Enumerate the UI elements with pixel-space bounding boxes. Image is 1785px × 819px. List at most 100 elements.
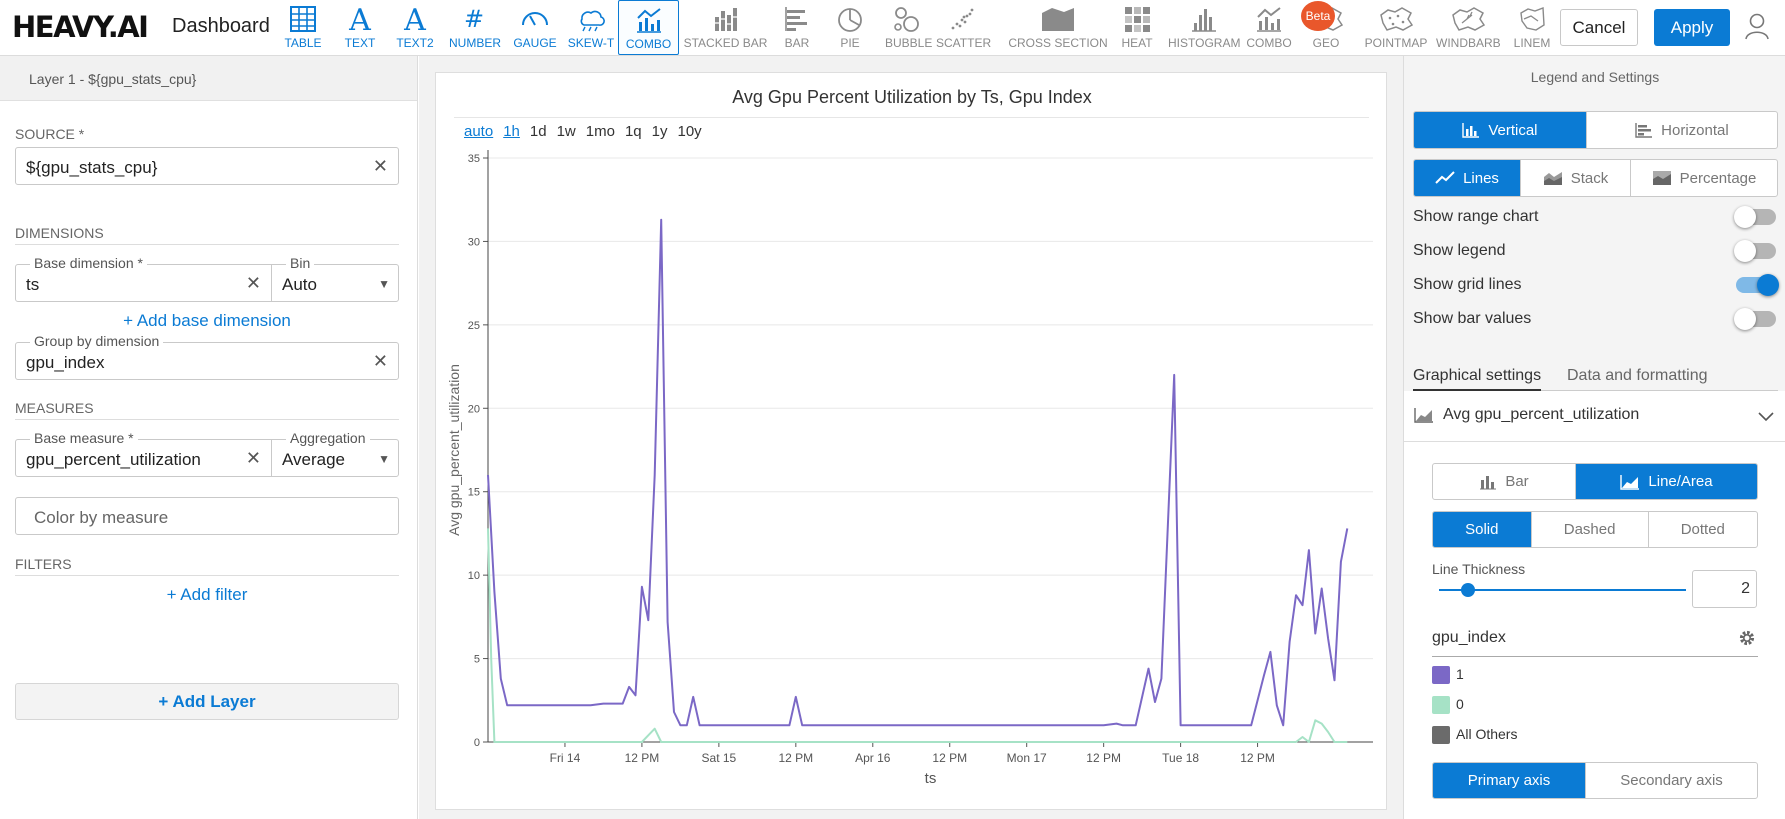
combo-icon xyxy=(619,1,678,37)
bin-select[interactable]: Bin Auto ▼ xyxy=(271,255,399,302)
cancel-button[interactable]: Cancel xyxy=(1560,9,1638,46)
show-range-chart-label: Show range chart xyxy=(1413,208,1539,225)
chart-type-combo[interactable]: COMBO xyxy=(1245,0,1293,55)
y-tick-label: 10 xyxy=(468,570,480,582)
secondary-axis-option[interactable]: Secondary axis xyxy=(1586,763,1757,798)
bar-icon xyxy=(1480,475,1497,489)
chart-type-windbarb[interactable]: WINDBARB xyxy=(1436,0,1501,55)
x-tick-label: 12 PM xyxy=(625,751,660,765)
chart-type-scatter[interactable]: SCATTER xyxy=(936,0,991,55)
chart-type-text2[interactable]: A TEXT2 xyxy=(393,0,437,55)
color-swatch[interactable] xyxy=(1432,726,1450,745)
measures-title: MEASURES xyxy=(15,400,399,420)
skew-t-icon xyxy=(566,0,616,36)
base-measure-field[interactable]: Base measure * gpu_percent_utilization ✕ xyxy=(15,430,272,477)
color-by-measure-field[interactable]: Color by measure xyxy=(15,497,399,535)
stack-option[interactable]: Stack xyxy=(1521,160,1631,196)
chart-type-bubble[interactable]: BUBBLE xyxy=(885,0,932,55)
chart-type-combo[interactable]: COMBO xyxy=(618,0,679,55)
tab-graphical-settings[interactable]: Graphical settings xyxy=(1413,367,1542,392)
user-icon[interactable] xyxy=(1745,12,1769,45)
solid-option[interactable]: Solid xyxy=(1433,512,1532,547)
percentage-option[interactable]: Percentage xyxy=(1631,160,1777,196)
source-field[interactable]: ${gpu_stats_cpu} ✕ xyxy=(15,147,399,185)
layer-header[interactable]: Layer 1 - ${gpu_stats_cpu} xyxy=(0,56,417,101)
group-by-value: gpu_index xyxy=(26,353,105,372)
horizontal-option[interactable]: Horizontal xyxy=(1587,112,1777,148)
dotted-option[interactable]: Dotted xyxy=(1649,512,1757,547)
group-by-label: Group by dimension xyxy=(30,333,164,349)
dashed-option[interactable]: Dashed xyxy=(1532,512,1649,547)
add-layer-button[interactable]: + Add Layer xyxy=(15,683,399,720)
aggregation-select[interactable]: Aggregation Average ▼ xyxy=(271,430,399,477)
chart-type-histogram[interactable]: HISTOGRAM xyxy=(1168,0,1240,55)
line-thickness-track[interactable] xyxy=(1439,589,1686,591)
chart-type-gauge[interactable]: GAUGE xyxy=(512,0,558,55)
show-range-chart-switch[interactable] xyxy=(1734,206,1776,228)
y-tick-label: 20 xyxy=(468,403,480,415)
clear-dimension-icon[interactable]: ✕ xyxy=(246,273,261,294)
chart-type-label: CROSS SECTION xyxy=(1008,36,1108,50)
show-bar-values-switch[interactable] xyxy=(1734,308,1776,330)
bar-option[interactable]: Bar xyxy=(1433,464,1576,499)
percentage-label: Percentage xyxy=(1679,169,1757,187)
app-logo[interactable]: HEAVY.AI xyxy=(12,10,149,44)
clear-source-icon[interactable]: ✕ xyxy=(373,156,388,177)
dashboard-link[interactable]: Dashboard xyxy=(172,15,270,38)
text-icon: A xyxy=(340,0,380,36)
add-filter-link[interactable]: + Add filter xyxy=(15,585,399,605)
chart-type-pie[interactable]: PIE xyxy=(830,0,870,55)
chart-type-pointmap[interactable]: POINTMAP xyxy=(1360,0,1432,55)
show-legend-switch[interactable] xyxy=(1734,240,1776,262)
x-tick-label: Mon 17 xyxy=(1007,751,1047,765)
chevron-down-icon xyxy=(1758,409,1774,427)
color-swatch[interactable] xyxy=(1432,696,1450,715)
chart-type-label: STACKED BAR xyxy=(683,36,768,50)
legend-item-all-others[interactable]: All Others xyxy=(1432,726,1517,745)
clear-group-by-icon[interactable]: ✕ xyxy=(373,351,388,372)
line-thickness-label: Line Thickness xyxy=(1432,561,1526,577)
x-tick-label: 12 PM xyxy=(932,751,967,765)
vertical-option[interactable]: Vertical xyxy=(1414,112,1587,148)
chart-type-cross-section[interactable]: CROSS SECTION xyxy=(1007,0,1109,55)
chart-type-stacked-bar[interactable]: STACKED BAR xyxy=(683,0,768,55)
dimensions-title: DIMENSIONS xyxy=(15,225,399,245)
color-swatch[interactable] xyxy=(1432,666,1450,685)
clear-measure-icon[interactable]: ✕ xyxy=(246,448,261,469)
group-by-field[interactable]: Group by dimension gpu_index ✕ xyxy=(15,333,399,380)
chart-type-table[interactable]: TABLE xyxy=(283,0,323,55)
area-chart-icon xyxy=(1414,407,1434,428)
primary-axis-option[interactable]: Primary axis xyxy=(1433,763,1586,798)
lines-option[interactable]: Lines xyxy=(1414,160,1521,196)
add-base-dimension-link[interactable]: + Add base dimension xyxy=(15,311,399,331)
bin-label: Bin xyxy=(286,255,315,271)
legend-item-1[interactable]: 1 xyxy=(1432,666,1464,685)
chart-type-skew-t[interactable]: SKEW-T xyxy=(566,0,616,55)
show-grid-lines-switch[interactable] xyxy=(1736,274,1779,296)
x-tick-label: Apr 16 xyxy=(855,751,891,765)
text2-icon: A xyxy=(393,0,437,36)
legend-item-0[interactable]: 0 xyxy=(1432,696,1464,715)
filters-title: FILTERS xyxy=(15,556,399,576)
settings-tabs: Graphical settings Data and formatting xyxy=(1413,361,1778,392)
line-area-option[interactable]: Line/Area xyxy=(1576,464,1757,499)
chart-type-number[interactable]: # NUMBER xyxy=(449,0,501,55)
measure-accordion-header[interactable]: Avg gpu_percent_utilization xyxy=(1404,391,1785,442)
line-chart[interactable]: 0 5 10 15 20 25 30 35 Fri 14 12 PM Sat 15 12 PM Apr … xyxy=(436,73,1388,811)
line-thickness-handle[interactable] xyxy=(1461,583,1475,597)
apply-button[interactable]: Apply xyxy=(1654,9,1730,46)
svg-text:A: A xyxy=(348,5,371,33)
x-axis-label: ts xyxy=(925,770,937,787)
chart-type-linem[interactable]: LINEM xyxy=(1508,0,1556,55)
gear-icon[interactable] xyxy=(1738,629,1756,652)
show-legend-label: Show legend xyxy=(1413,242,1506,259)
line-thickness-input[interactable]: 2 xyxy=(1692,570,1757,608)
tab-data-formatting[interactable]: Data and formatting xyxy=(1567,367,1708,385)
aggregation-value: Average xyxy=(282,450,346,469)
chart-type-bar[interactable]: BAR xyxy=(775,0,819,55)
chart-type-text[interactable]: A TEXT xyxy=(340,0,380,55)
bar-icon xyxy=(775,0,819,36)
lines-icon xyxy=(1435,171,1455,184)
base-dimension-field[interactable]: Base dimension * ts ✕ xyxy=(15,255,272,302)
chart-type-heat[interactable]: HEAT xyxy=(1116,0,1158,55)
